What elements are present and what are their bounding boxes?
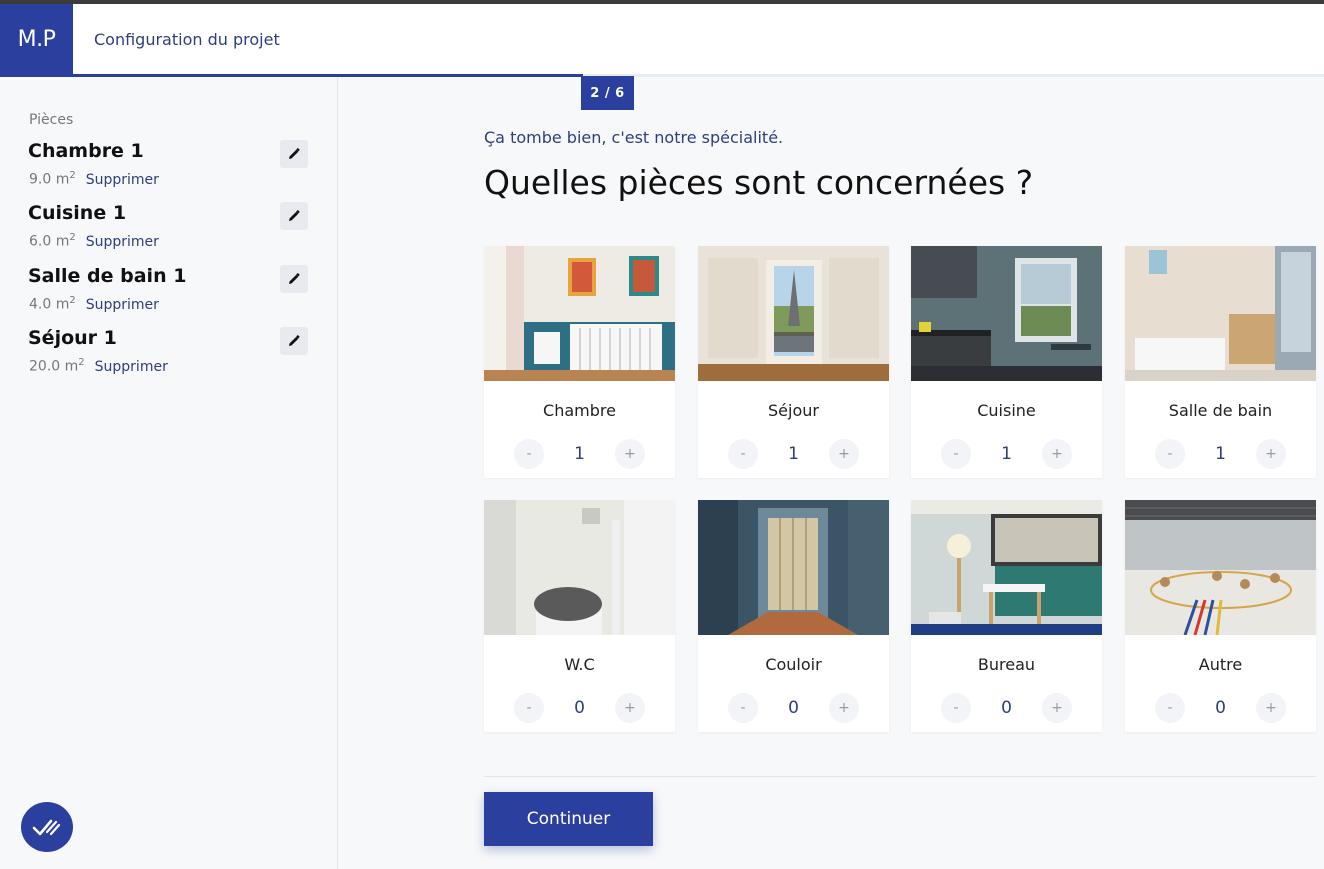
pencil-icon: [289, 335, 300, 346]
edit-room-button[interactable]: [280, 327, 308, 355]
room-area: 4.0 m2 Supprimer: [29, 295, 159, 313]
pencil-icon: [289, 210, 300, 221]
room-card-label: W.C: [564, 655, 595, 674]
room-card-sejour[interactable]: Séjour - 1 +: [698, 246, 889, 478]
room-card-label: Bureau: [977, 655, 1036, 674]
decrement-button[interactable]: -: [514, 439, 544, 469]
room-count: 1: [574, 444, 585, 464]
room-card-autre[interactable]: Autre - 0 +: [1125, 500, 1316, 732]
step-indicator: 2 / 6: [581, 76, 634, 110]
check-icon: [32, 819, 61, 836]
decrement-button[interactable]: -: [1155, 693, 1185, 723]
room-card-cuisine[interactable]: Cuisine - 1 +: [911, 246, 1102, 478]
room-card-label: Cuisine: [977, 401, 1036, 420]
room-card-label: Chambre: [543, 401, 616, 420]
edit-room-button[interactable]: [280, 202, 308, 230]
room-card-label: Couloir: [765, 655, 822, 674]
room-area: 6.0 m2 Supprimer: [29, 232, 159, 250]
continue-button[interactable]: Continuer: [484, 792, 653, 846]
increment-button[interactable]: +: [615, 693, 645, 723]
increment-button[interactable]: +: [829, 693, 859, 723]
bedroom-photo: [484, 246, 675, 381]
room-count: 0: [1215, 698, 1226, 718]
divider: [484, 776, 1316, 777]
hallway-photo: [698, 500, 889, 635]
decrement-button[interactable]: -: [1155, 439, 1185, 469]
wc-photo: [484, 500, 675, 635]
room-card-couloir[interactable]: Couloir - 0 +: [698, 500, 889, 732]
kitchen-photo: [911, 246, 1102, 381]
edit-room-button[interactable]: [280, 140, 308, 168]
room-card-bureau[interactable]: Bureau - 0 +: [911, 500, 1102, 732]
room-count: 0: [1001, 698, 1012, 718]
increment-button[interactable]: +: [1256, 693, 1286, 723]
increment-button[interactable]: +: [615, 439, 645, 469]
room-item: Cuisine 1 6.0 m2 Supprimer: [28, 202, 313, 258]
room-name: Chambre 1: [28, 140, 144, 162]
room-card-label: Séjour: [768, 401, 819, 420]
decrement-button[interactable]: -: [728, 693, 758, 723]
room-count: 0: [574, 698, 585, 718]
room-item: Chambre 1 9.0 m2 Supprimer: [28, 140, 313, 196]
delete-room-link[interactable]: Supprimer: [95, 359, 168, 375]
increment-button[interactable]: +: [829, 439, 859, 469]
room-name: Cuisine 1: [28, 202, 127, 224]
bathroom-photo: [1125, 246, 1316, 381]
sidebar: Pièces Chambre 1 9.0 m2 Supprimer Cuisine…: [0, 77, 338, 869]
room-item: Salle de bain 1 4.0 m2 Supprimer: [28, 265, 313, 321]
room-count: 1: [1215, 444, 1226, 464]
decrement-button[interactable]: -: [941, 693, 971, 723]
edit-room-button[interactable]: [280, 265, 308, 293]
increment-button[interactable]: +: [1042, 439, 1072, 469]
room-card-label: Salle de bain: [1168, 401, 1273, 420]
living-room-photo: [698, 246, 889, 381]
question-heading: Quelles pièces sont concernées ?: [484, 163, 1034, 202]
header: M.P Configuration du projet: [0, 4, 1324, 75]
increment-button[interactable]: +: [1042, 693, 1072, 723]
decrement-button[interactable]: -: [941, 439, 971, 469]
delete-room-link[interactable]: Supprimer: [86, 172, 159, 188]
subtitle: Ça tombe bien, c'est notre spécialité.: [484, 128, 784, 147]
other-room-photo: [1125, 500, 1316, 635]
room-name: Séjour 1: [28, 327, 117, 349]
room-count: 1: [788, 444, 799, 464]
increment-button[interactable]: +: [1256, 439, 1286, 469]
room-count: 0: [788, 698, 799, 718]
decrement-button[interactable]: -: [514, 693, 544, 723]
room-card-label: Autre: [1198, 655, 1243, 674]
room-name: Salle de bain 1: [28, 265, 187, 287]
logo[interactable]: M.P: [0, 4, 73, 74]
room-item: Séjour 1 20.0 m2 Supprimer: [28, 327, 313, 383]
room-card-chambre[interactable]: Chambre - 1 +: [484, 246, 675, 478]
pencil-icon: [289, 148, 300, 159]
room-area: 20.0 m2 Supprimer: [29, 357, 168, 375]
room-count: 1: [1001, 444, 1012, 464]
room-card-wc[interactable]: W.C - 0 +: [484, 500, 675, 732]
page-title: Configuration du projet: [94, 30, 280, 49]
decrement-button[interactable]: -: [728, 439, 758, 469]
delete-room-link[interactable]: Supprimer: [86, 234, 159, 250]
delete-room-link[interactable]: Supprimer: [86, 297, 159, 313]
pencil-icon: [289, 273, 300, 284]
room-area: 9.0 m2 Supprimer: [29, 170, 159, 188]
checklist-button[interactable]: [21, 802, 73, 852]
sidebar-heading: Pièces: [29, 112, 74, 128]
office-photo: [911, 500, 1102, 635]
room-card-salle-de-bain[interactable]: Salle de bain - 1 +: [1125, 246, 1316, 478]
